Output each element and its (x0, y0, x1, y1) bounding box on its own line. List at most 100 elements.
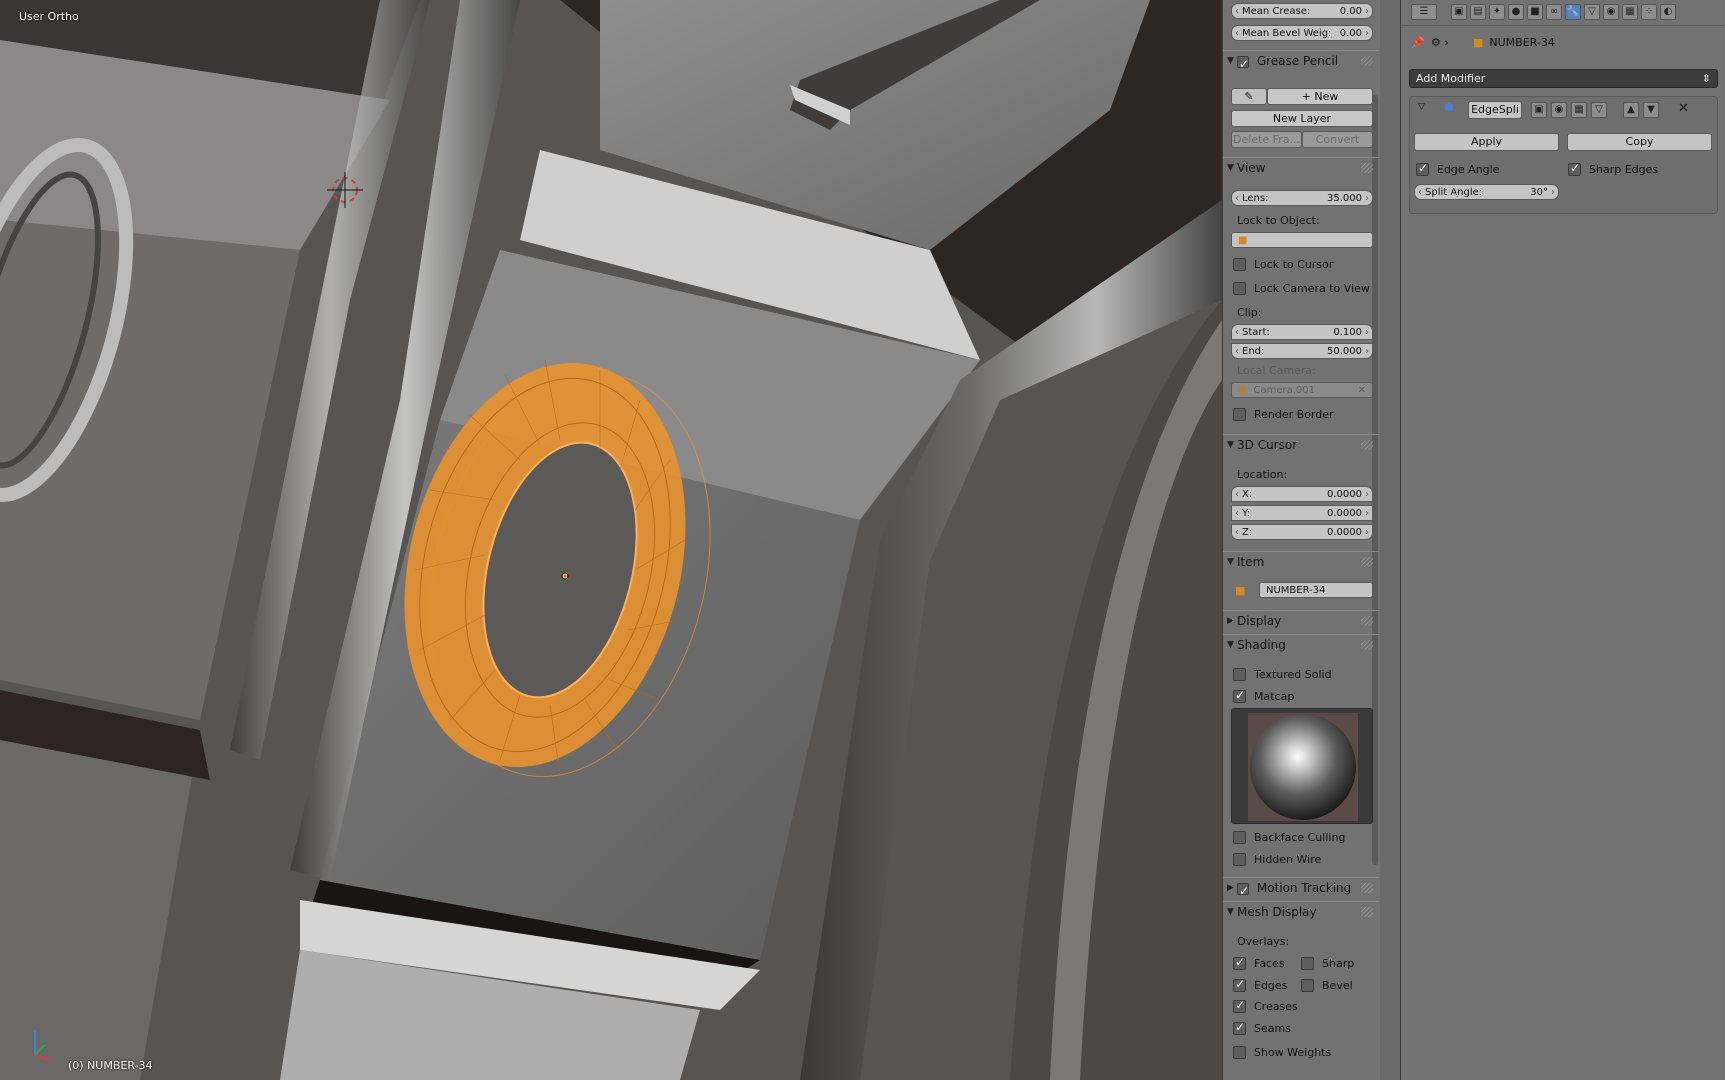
lock-to-cursor-checkbox[interactable]: Lock to Cursor (1233, 256, 1333, 272)
render-toggle-icon[interactable]: ▣ (1531, 102, 1547, 118)
editor-type-icon[interactable]: ☰ (1411, 4, 1437, 20)
camera-icon: ■ (1238, 384, 1248, 396)
properties-editor[interactable]: ☰ ▣ ▤ ✦ ● ■ ∞ 🔧 ▽ ◉ ▦ ⁘ ◐ 📌 ⚙ › ■ NUMBER… (1400, 0, 1725, 1080)
checkbox-icon (1568, 161, 1581, 176)
panel-grip-icon[interactable] (1361, 163, 1373, 173)
shading-header[interactable]: ▼ Shading (1223, 634, 1379, 655)
collapse-icon[interactable]: ▽ (1418, 102, 1425, 112)
pencil-datablock-button[interactable]: ✎ (1231, 88, 1267, 105)
data-tab-icon[interactable]: ▽ (1584, 4, 1600, 20)
move-down-icon[interactable]: ▼ (1643, 102, 1659, 118)
texture-tab-icon[interactable]: ▦ (1622, 4, 1638, 20)
edges-label: Edges (1254, 978, 1288, 992)
panel-grip-icon[interactable] (1361, 640, 1373, 650)
mesh-display-header[interactable]: ▼ Mesh Display (1223, 901, 1379, 922)
grease-pencil-toggle[interactable] (1237, 54, 1249, 74)
grease-pencil-header[interactable]: ▼ Grease Pencil (1223, 50, 1379, 74)
dropdown-arrows-icon: ⇕ (1701, 72, 1711, 85)
clip-start-field[interactable]: Start: 0.100 (1231, 324, 1373, 340)
item-header[interactable]: ▼ Item (1223, 551, 1379, 572)
textured-solid-checkbox[interactable]: Textured Solid (1233, 666, 1332, 682)
sharp-edges-checkbox[interactable]: Sharp Edges (1568, 161, 1658, 177)
mean-crease-field[interactable]: Mean Crease: 0.00 (1231, 3, 1373, 19)
remove-modifier-icon[interactable]: ✕ (1678, 101, 1689, 116)
edges-checkbox[interactable]: Edges (1233, 977, 1287, 993)
render-border-label: Render Border (1254, 407, 1334, 421)
3d-cursor-title: 3D Cursor (1237, 438, 1298, 452)
lens-field[interactable]: Lens: 35.000 (1231, 190, 1373, 206)
region-divider[interactable] (1380, 0, 1400, 1080)
mean-bevel-field[interactable]: Mean Bevel Weig: 0.00 (1231, 25, 1373, 41)
motion-tracking-toggle[interactable] (1237, 881, 1249, 901)
panel-grip-icon[interactable] (1361, 907, 1373, 917)
physics-tab-icon[interactable]: ◐ (1660, 4, 1676, 20)
pin-icon[interactable]: 📌 (1411, 36, 1425, 49)
add-modifier-dropdown[interactable]: Add Modifier ⇕ (1409, 69, 1718, 88)
cursor-z-field[interactable]: Z: 0.0000 (1231, 524, 1373, 540)
render-tab-icon[interactable]: ▣ (1451, 4, 1467, 20)
matcap-checkbox[interactable]: Matcap (1233, 688, 1294, 704)
creases-checkbox[interactable]: Creases (1233, 998, 1298, 1014)
3d-cursor-header[interactable]: ▼ 3D Cursor (1223, 434, 1379, 455)
grease-pencil-title: Grease Pencil (1256, 54, 1339, 68)
local-camera-field[interactable]: ■ Camera.001 ✕ (1231, 382, 1373, 398)
show-weights-checkbox[interactable]: Show Weights (1233, 1044, 1331, 1060)
modifiers-tab-icon[interactable]: 🔧 (1565, 4, 1581, 20)
faces-checkbox[interactable]: Faces (1233, 955, 1285, 971)
material-tab-icon[interactable]: ◉ (1603, 4, 1619, 20)
copy-button[interactable]: Copy (1567, 133, 1712, 151)
delete-frame-button[interactable]: Delete Fra... (1231, 131, 1302, 148)
viewport-toggle-icon[interactable]: ◉ (1551, 102, 1567, 118)
split-angle-field[interactable]: Split Angle: 30° (1414, 184, 1559, 200)
clip-label: Clip: (1237, 306, 1262, 319)
move-up-icon[interactable]: ▲ (1623, 102, 1639, 118)
view-header[interactable]: ▼ View (1223, 157, 1379, 178)
modifier-name-field[interactable]: EdgeSpli (1468, 101, 1522, 119)
edge-angle-checkbox[interactable]: Edge Angle (1416, 161, 1499, 177)
hidden-wire-checkbox[interactable]: Hidden Wire (1233, 851, 1321, 867)
editmode-toggle-icon[interactable]: ▦ (1571, 102, 1587, 118)
properties-region[interactable]: Mean Crease: 0.00 Mean Bevel Weig: 0.00 … (1222, 0, 1380, 1080)
viewport-scene[interactable] (0, 0, 1222, 1080)
scene-tab-icon[interactable]: ✦ (1489, 4, 1505, 20)
3d-viewport[interactable]: User Ortho (0) NUMBER-34 (0, 0, 1222, 1080)
panel-grip-icon[interactable] (1361, 56, 1373, 66)
clip-end-field[interactable]: End: 50.000 (1231, 343, 1373, 359)
checkbox-icon (1416, 161, 1429, 176)
apply-button[interactable]: Apply (1414, 133, 1559, 151)
bevel-checkbox[interactable]: Bevel (1301, 977, 1353, 993)
object-tab-icon[interactable]: ■ (1527, 4, 1543, 20)
world-tab-icon[interactable]: ● (1508, 4, 1524, 20)
split-angle-label: Split Angle: (1425, 186, 1483, 198)
render-layers-tab-icon[interactable]: ▤ (1470, 4, 1486, 20)
new-layer-button[interactable]: New Layer (1231, 110, 1373, 127)
motion-tracking-header[interactable]: ▶ Motion Tracking (1223, 877, 1379, 901)
lens-value: 35.000 (1327, 192, 1362, 204)
matcap-preview[interactable] (1231, 708, 1373, 824)
breadcrumb-scene-icon: ⚙ › (1431, 36, 1449, 49)
new-label: New (1314, 90, 1339, 103)
collapsed-icon: ▶ (1227, 883, 1234, 893)
lock-object-field[interactable]: ■ (1231, 232, 1373, 248)
constraints-tab-icon[interactable]: ∞ (1546, 4, 1562, 20)
panel-grip-icon[interactable] (1361, 440, 1373, 450)
particles-tab-icon[interactable]: ⁘ (1641, 4, 1657, 20)
seams-checkbox[interactable]: Seams (1233, 1020, 1291, 1036)
cage-toggle-icon[interactable]: ▽ (1591, 102, 1607, 118)
checkbox-icon (1233, 407, 1246, 421)
item-name-field[interactable]: NUMBER-34 (1259, 582, 1373, 598)
clear-icon[interactable]: ✕ (1358, 385, 1366, 396)
cursor-x-field[interactable]: X: 0.0000 (1231, 486, 1373, 502)
render-border-checkbox[interactable]: Render Border (1233, 406, 1334, 422)
display-header[interactable]: ▶ Display (1223, 610, 1379, 631)
panel-grip-icon[interactable] (1361, 616, 1373, 626)
backface-culling-checkbox[interactable]: Backface Culling (1233, 829, 1345, 845)
sharp-checkbox[interactable]: Sharp (1301, 955, 1354, 971)
panel-grip-icon[interactable] (1361, 883, 1373, 893)
panel-grip-icon[interactable] (1361, 557, 1373, 567)
convert-button[interactable]: Convert (1302, 131, 1373, 148)
lock-camera-checkbox[interactable]: Lock Camera to View (1233, 280, 1370, 296)
grease-pencil-new-button[interactable]: + New (1267, 88, 1373, 105)
cursor-y-field[interactable]: Y: 0.0000 (1231, 505, 1373, 521)
mean-bevel-label: Mean Bevel Weig: (1242, 27, 1332, 39)
